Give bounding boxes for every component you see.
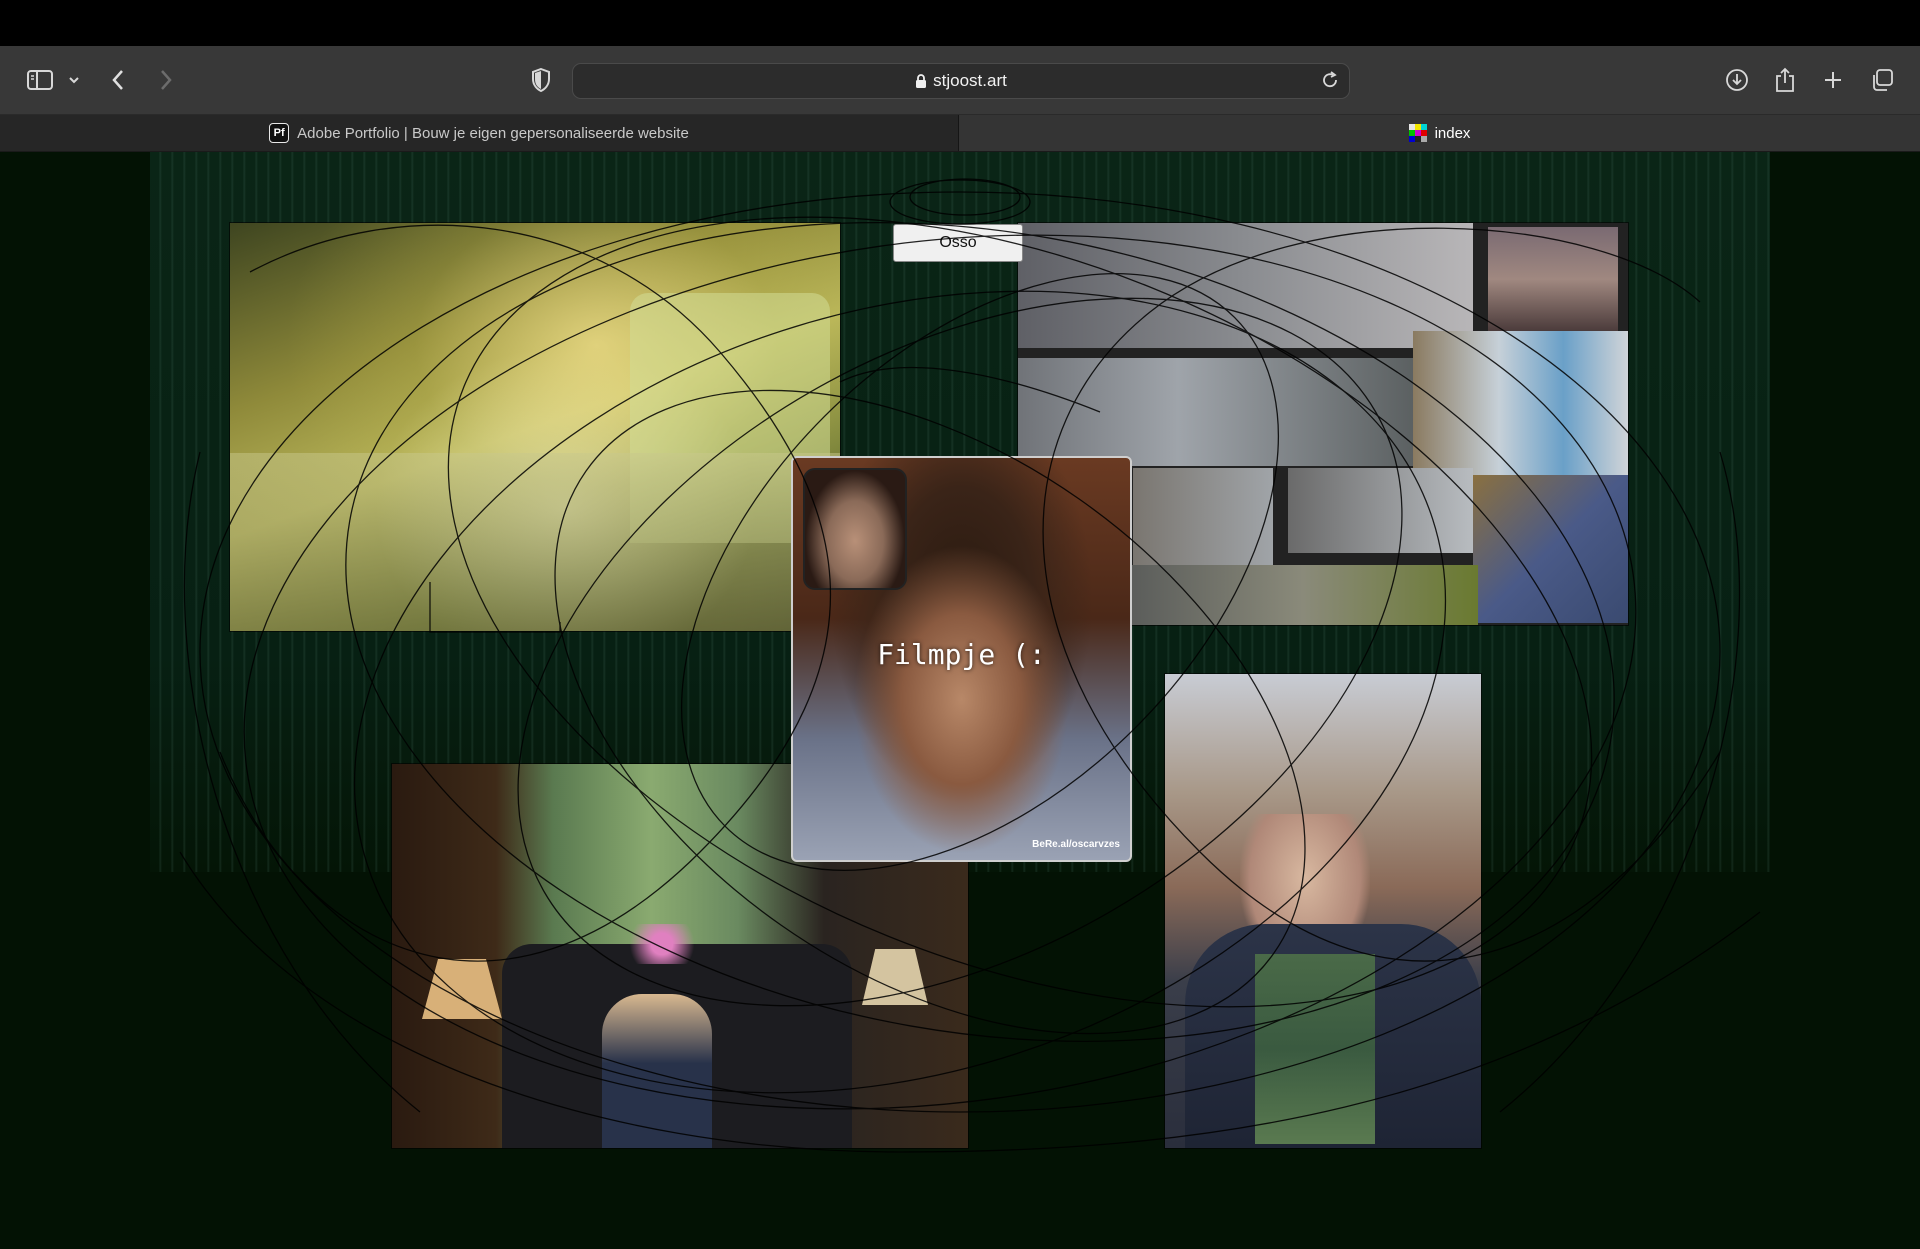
tab-bar: Pf Adobe Portfolio | Bouw je eigen geper…: [0, 115, 1920, 152]
forward-button[interactable]: [154, 46, 178, 114]
download-icon: [1726, 69, 1748, 91]
chevron-down-icon: [69, 77, 79, 84]
privacy-report-button[interactable]: [528, 46, 554, 114]
osso-button[interactable]: Osso: [893, 224, 1023, 262]
sidebar-button[interactable]: [20, 46, 60, 114]
chevron-right-icon: [161, 70, 172, 90]
new-tab-button[interactable]: [1820, 46, 1846, 114]
photo-bedroom[interactable]: [230, 223, 840, 631]
plus-icon: [1825, 72, 1841, 88]
pf-icon: Pf: [269, 123, 290, 143]
tab-overview-button[interactable]: [1868, 46, 1896, 114]
photo-man-city[interactable]: [1165, 674, 1481, 1148]
page-content: Osso Filmpje (: BeRe.al/oscarvzes: [0, 152, 1920, 1249]
share-icon: [1776, 67, 1794, 92]
sidebar-icon: [27, 70, 53, 90]
tabs-icon: [1873, 69, 1893, 91]
browser-toolbar: stjoost.art: [0, 46, 1920, 115]
selfie-thumbnail: [803, 468, 907, 590]
tab-adobe-portfolio[interactable]: Pf Adobe Portfolio | Bouw je eigen geper…: [0, 115, 959, 151]
video-caption: BeRe.al/oscarvzes: [1032, 839, 1120, 850]
share-button[interactable]: [1772, 46, 1798, 114]
download-button[interactable]: [1724, 46, 1750, 114]
color-bars-icon: [1408, 124, 1427, 142]
tab-index[interactable]: index: [959, 115, 1920, 151]
tab-title: index: [1434, 124, 1471, 142]
back-button[interactable]: [106, 46, 130, 114]
address-text: stjoost.art: [933, 71, 1007, 90]
video-title: Filmpje (:: [877, 638, 1046, 671]
sidebar-menu-button[interactable]: [64, 46, 84, 114]
video-player[interactable]: Filmpje (: BeRe.al/oscarvzes: [791, 456, 1132, 862]
tab-title: Adobe Portfolio | Bouw je eigen geperson…: [297, 124, 689, 142]
address-bar[interactable]: stjoost.art: [572, 63, 1350, 99]
lock-icon: [915, 73, 927, 89]
chevron-left-icon: [112, 70, 123, 90]
top-black-bar: [0, 0, 1920, 46]
reload-icon[interactable]: [1321, 71, 1339, 94]
shield-icon: [532, 68, 550, 92]
